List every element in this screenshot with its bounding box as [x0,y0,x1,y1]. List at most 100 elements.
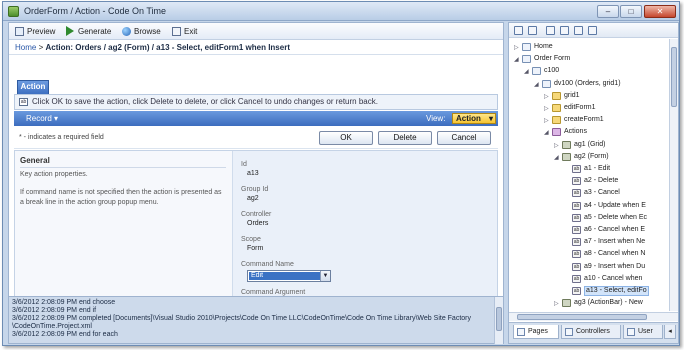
tree-node-label: a1 - Edit [584,165,611,172]
designer-panel: Preview Generate Browse Exit Home > Acti… [8,22,504,344]
log-line: 3/6/2012 2:08:09 PM end for each [12,331,118,338]
ok-button[interactable]: OK [319,131,373,145]
action-icon: ab [572,165,581,173]
group-icon [562,140,571,149]
chevron-down-icon: ▼ [320,271,330,281]
group-icon [562,299,571,308]
expand-toggle-icon[interactable]: ▷ [554,299,561,309]
category-note: If command name is not specified then th… [20,189,222,206]
new-page-icon[interactable] [546,26,555,35]
tree-horizontal-scrollbar[interactable] [509,312,678,321]
expand-toggle-icon[interactable]: ◢ [544,128,551,138]
category-panel: General Key action properties. If comman… [15,151,233,311]
action-icon: ab [572,226,581,234]
exit-icon [172,27,181,36]
tree-node-label: a8 - Cancel when N [584,250,646,258]
tree-node-label: createForm1 [564,116,604,124]
page-icon [522,55,531,64]
view-label: View: [426,114,446,123]
tab-user[interactable]: User [623,325,663,339]
breadcrumb-separator: > [38,43,44,52]
tree-node-label: a10 - Cancel when [584,274,643,282]
actions-icon [552,128,561,137]
project-tree: ▷ Home ◢ Order Form ◢ c100 ◢ dv100 (Orders, gri… [509,39,669,311]
action-badge-icon: ab [19,98,28,106]
tab-pages[interactable]: Pages [513,325,559,339]
settings-icon[interactable] [588,26,597,35]
exit-button[interactable]: Exit [172,26,202,37]
preview-button[interactable]: Preview [15,26,59,37]
tree-node-label: ag2 (Form) [574,152,609,160]
expand-toggle-icon[interactable]: ◢ [534,80,541,90]
hint-text: Click OK to save the action, click Delet… [32,97,378,106]
expand-toggle-icon[interactable]: ▷ [544,92,551,102]
delete-button[interactable]: Delete [378,131,432,145]
properties-icon[interactable] [560,26,569,35]
expand-toggle-icon[interactable]: ▷ [544,104,551,114]
tree-node-label: a9 - Insert when Du [584,262,646,270]
log-line: 3/6/2012 2:08:09 PM end if [12,307,97,314]
action-icon: ab [572,238,581,247]
app-icon [8,6,19,17]
action-icon: ab [572,177,581,186]
chevron-down-icon: ▾ [488,114,493,123]
form-action-bar: * - indicates a required field OK Delete… [14,127,498,149]
expand-toggle-icon[interactable]: ▷ [514,43,521,53]
command-name-select[interactable]: Edit ▼ [247,270,331,282]
action-icon: ab [572,262,581,271]
folder-icon [552,91,561,100]
scroll-thumb[interactable] [671,47,677,107]
action-icon: ab [572,201,581,210]
close-window-button[interactable]: ✕ [644,5,676,18]
preview-icon [15,27,24,36]
list-icon[interactable] [574,26,583,35]
refresh-icon[interactable] [528,26,537,35]
action-icon: ab [572,250,581,259]
output-log: 3/6/2012 2:08:09 PM end choose 3/6/2012 … [9,296,503,344]
folder-icon [552,116,561,125]
cancel-button[interactable]: Cancel [437,131,491,145]
project-explorer: ▷ Home ◢ Order Form ◢ c100 ◢ dv100 (Orders, gri… [508,22,679,344]
tree-node-label: ag1 (Grid) [574,140,606,148]
expand-toggle-icon[interactable]: ◢ [554,153,561,163]
chevron-down-icon: ▾ [54,114,59,123]
tree-node-label: a5 - Delete when Ec [584,213,648,221]
tree-node-label: a6 - Cancel when E [584,226,646,233]
expand-toggle-icon[interactable]: ◢ [524,67,531,77]
page-icon [532,67,541,76]
tree-node-label: a13 - Select, editFo [584,286,649,296]
category-description: Key action properties. [20,171,88,178]
form-area: General Key action properties. If comman… [14,150,498,312]
minimize-button[interactable]: ‒ [597,5,619,18]
maximize-button[interactable]: □ [620,5,642,18]
tree-node-label: a3 - Cancel [584,189,620,197]
tree-node-label: a7 - Insert when Ne [584,238,646,246]
user-icon [627,328,635,336]
tab-action[interactable]: Action [17,80,49,94]
tab-controllers[interactable]: Controllers [561,325,621,339]
page-icon [542,79,551,88]
tree-node-label: grid1 [564,91,580,99]
expand-toggle-icon[interactable]: ◢ [514,55,521,65]
tree-node-label: a4 - Update when E [584,201,646,209]
breadcrumb-home-link[interactable]: Home [15,43,36,52]
folder-icon [552,104,561,112]
expand-toggle-icon[interactable]: ▷ [544,116,551,126]
category-title: General [20,156,50,165]
scroll-thumb[interactable] [496,307,502,331]
view-selector[interactable]: Action ▾ [452,113,496,124]
browse-button[interactable]: Browse [122,26,166,37]
expand-toggle-icon[interactable]: ▷ [554,141,561,151]
sync-icon[interactable] [514,26,523,35]
output-scrollbar[interactable] [494,297,503,344]
tree-node-label: Home [534,43,553,50]
generate-button[interactable]: Generate [66,26,116,37]
scroll-thumb[interactable] [517,314,647,320]
tree-vertical-scrollbar[interactable] [669,39,678,311]
app-window: OrderForm / Action - Code On Time ‒ □ ✕ … [2,1,680,346]
tabs-scroll-left-button[interactable]: ◂ [664,325,676,339]
log-line: 3/6/2012 2:08:09 PM completed [Documents… [12,315,471,322]
title-bar: OrderForm / Action - Code On Time ‒ □ ✕ [3,2,679,21]
category-divider [20,167,226,168]
record-menu[interactable]: Record ▾ [26,111,58,126]
